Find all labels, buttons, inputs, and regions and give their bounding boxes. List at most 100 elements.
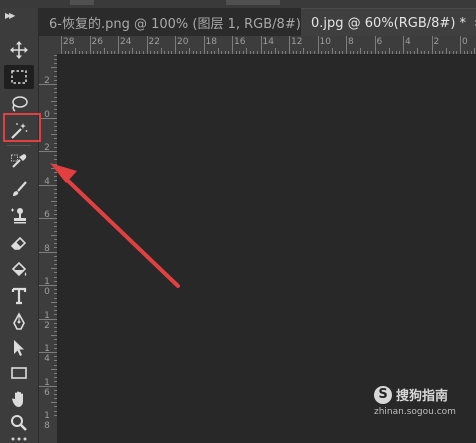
ruler-tick — [403, 36, 404, 54]
ruler-tick — [54, 180, 57, 182]
more-tools-icon[interactable] — [9, 436, 29, 442]
ruler-tick — [89, 36, 91, 54]
ruler-label: 24 — [120, 37, 132, 47]
ruler-label: 14 — [262, 37, 274, 47]
ruler-tick — [456, 51, 458, 54]
ruler-label: 16 — [44, 377, 50, 398]
ruler-tick — [54, 372, 57, 374]
ruler-tick — [381, 51, 383, 54]
clone-stamp-tool[interactable] — [4, 204, 34, 228]
ruler-tick — [54, 92, 57, 94]
move-tool[interactable] — [4, 38, 34, 62]
ruler-tick — [54, 222, 57, 224]
ruler-tick — [442, 51, 444, 54]
paint-bucket-tool[interactable] — [4, 258, 34, 282]
brush-tool[interactable] — [4, 177, 34, 201]
ruler-label: 8 — [348, 37, 354, 47]
ruler-tick — [54, 360, 57, 362]
ruler-tick — [54, 88, 57, 90]
ruler-tick — [317, 36, 319, 54]
ruler-tick — [228, 51, 230, 54]
ruler-tick — [331, 48, 333, 54]
ruler-tick — [253, 51, 255, 54]
ruler-tick — [39, 151, 57, 152]
move-icon — [10, 41, 28, 59]
vertical-ruler[interactable]: 2024681012141618 — [39, 54, 58, 443]
ruler-tick — [182, 51, 184, 54]
ruler-tick — [39, 352, 57, 353]
ruler-tick — [435, 51, 437, 54]
ruler-tick — [54, 63, 57, 65]
zoom-icon — [11, 415, 27, 431]
marquee-tool[interactable] — [4, 65, 34, 89]
ruler-corner[interactable] — [39, 36, 58, 55]
ruler-tick — [51, 201, 57, 203]
eraser-tool[interactable] — [4, 231, 34, 255]
type-tool[interactable] — [4, 284, 34, 308]
ruler-tick — [54, 113, 57, 115]
ruler-tick — [51, 268, 57, 270]
ruler-tick — [150, 51, 152, 54]
rect-marquee-icon — [11, 70, 27, 84]
ruler-tick — [54, 414, 57, 416]
ruler-tick — [51, 234, 57, 236]
ruler-tick — [449, 51, 451, 54]
ruler-tick — [278, 51, 280, 54]
ruler-tick — [54, 155, 57, 157]
eyedropper-tool[interactable] — [4, 149, 34, 173]
ruler-label: 12 — [291, 37, 303, 47]
type-icon — [11, 287, 27, 305]
hand-tool[interactable] — [4, 387, 34, 411]
ruler-tick — [427, 51, 429, 54]
ruler-tick — [139, 51, 141, 54]
ruler-tick — [54, 293, 57, 295]
ruler-tick — [207, 51, 209, 54]
lasso-icon — [12, 96, 28, 112]
watermark-title: 搜狗指南 — [396, 389, 449, 404]
ruler-tick — [54, 331, 57, 333]
options-bar-strip — [0, 0, 476, 8]
ruler-tick — [54, 121, 57, 123]
ruler-tick — [342, 51, 344, 54]
ruler-tick — [54, 130, 57, 132]
pen-tool[interactable] — [4, 310, 34, 334]
eraser-icon — [10, 236, 27, 250]
ruler-tick — [54, 238, 57, 240]
options-field — [226, 0, 280, 5]
tools-divider — [7, 145, 31, 146]
ruler-label: 28 — [63, 37, 75, 47]
ruler-tick — [54, 159, 57, 161]
sogou-watermark: S 搜狗指南 zhinan.sogou.com — [374, 385, 474, 430]
path-selection-tool[interactable] — [4, 336, 34, 360]
ruler-tick — [324, 51, 326, 54]
ruler-tick — [54, 226, 57, 228]
ruler-tick — [239, 51, 241, 54]
ruler-tick — [232, 36, 233, 54]
ruler-tick — [335, 51, 337, 54]
rectangle-tool[interactable] — [4, 361, 34, 385]
ruler-tick — [260, 36, 262, 54]
ruler-label: 6 — [376, 37, 383, 47]
ruler-tick — [132, 48, 134, 54]
ruler-tick — [221, 51, 223, 54]
ruler-tick — [406, 51, 408, 54]
ruler-tick — [54, 192, 57, 194]
tab-6-restored-png[interactable]: 6-恢复的.png @ 100% (图层 1, RGB/8#) * ✖ — [39, 8, 329, 36]
ruler-tick — [378, 51, 380, 54]
stamp-icon — [11, 208, 26, 224]
ruler-tick — [164, 51, 166, 54]
ruler-tick — [54, 310, 57, 312]
ruler-tick — [54, 347, 57, 349]
ruler-tick — [438, 51, 440, 54]
ruler-tick — [281, 51, 283, 54]
ruler-tick — [54, 104, 57, 106]
ruler-tick — [185, 51, 187, 54]
ruler-tick — [242, 51, 244, 54]
zoom-tool[interactable] — [4, 411, 34, 435]
panel-collapse-icon[interactable]: ▶▶ — [5, 11, 15, 20]
ruler-tick — [153, 51, 155, 54]
horizontal-ruler[interactable]: 28 26 24 22 20 18 16 14 12 10 8 6 4 2 0 — [57, 36, 476, 55]
watermark-domain: zhinan.sogou.com — [374, 407, 456, 417]
ruler-tick — [54, 326, 57, 328]
tab-0-jpg[interactable]: 0.jpg @ 60%(RGB/8#) * ✖ — [301, 8, 476, 37]
